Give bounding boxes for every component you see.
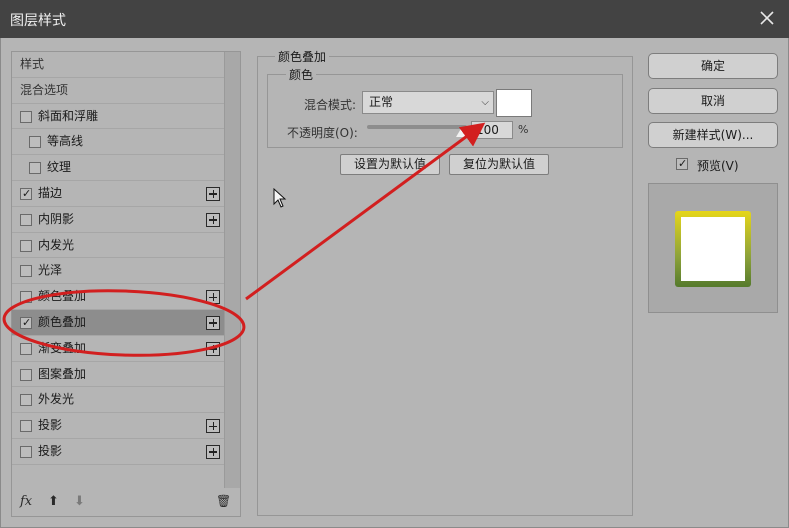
add-icon[interactable] <box>206 444 220 459</box>
add-icon[interactable] <box>206 315 220 330</box>
reset-default-button[interactable]: 复位为默认值 <box>449 154 549 175</box>
check-icon: ✓ <box>22 315 32 329</box>
checkbox[interactable] <box>20 213 32 226</box>
list-item-label: 混合选项 <box>20 82 69 97</box>
checkbox[interactable] <box>29 162 41 175</box>
list-item-blending-options[interactable]: 混合选项 <box>12 78 224 104</box>
checkbox[interactable]: ✓ <box>20 186 32 200</box>
list-item-label: 光泽 <box>38 263 63 278</box>
checkbox[interactable] <box>20 368 32 381</box>
list-item-color-overlay[interactable]: 颜色叠加 <box>12 284 224 310</box>
checkbox[interactable] <box>20 342 32 355</box>
list-item-label: 内发光 <box>38 237 75 252</box>
list-item-label: 渐变叠加 <box>38 340 87 355</box>
subgroup-title: 颜色 <box>286 66 317 83</box>
list-item-inner-shadow[interactable]: 内阴影 <box>12 207 224 233</box>
list-item-pattern-overlay[interactable]: 图案叠加 <box>12 362 224 388</box>
style-preview <box>648 183 778 313</box>
chevron-down-icon: ⌵ <box>481 97 489 108</box>
set-default-button[interactable]: 设置为默认值 <box>340 154 440 175</box>
dialog-title: 图层样式 <box>10 13 66 29</box>
blend-mode-select[interactable]: 正常 ⌵ <box>362 91 494 114</box>
color-swatch[interactable] <box>496 89 532 117</box>
title-bar: 图层样式 <box>0 0 789 38</box>
list-item-stroke[interactable]: ✓ 描边 <box>12 181 224 207</box>
list-item-label: 斜面和浮雕 <box>38 108 99 123</box>
cancel-button[interactable]: 取消 <box>648 88 778 114</box>
list-item-label: 投影 <box>38 418 63 433</box>
list-item-label: 描边 <box>38 185 63 200</box>
checkbox[interactable] <box>20 394 32 407</box>
checkbox[interactable] <box>20 110 32 123</box>
list-item-outer-glow[interactable]: 外发光 <box>12 387 224 414</box>
list-item-label: 纹理 <box>47 160 72 175</box>
list-item-bevel-emboss[interactable]: 斜面和浮雕 <box>12 104 224 130</box>
opacity-label: 不透明度(O): <box>287 126 358 140</box>
fx-icon[interactable]: fx <box>20 494 32 509</box>
close-icon[interactable] <box>757 8 777 28</box>
checkbox[interactable] <box>20 420 32 433</box>
list-item-label: 图案叠加 <box>38 366 87 381</box>
list-item-styles[interactable]: 样式 <box>12 52 224 78</box>
list-item-label: 颜色叠加 <box>38 289 87 304</box>
styles-list-panel: 样式 混合选项 斜面和浮雕 等高线 纹理 ✓ 描边 内阴影 内发光 光泽 颜色叠… <box>11 51 241 517</box>
list-item-satin[interactable]: 光泽 <box>12 258 224 285</box>
opacity-slider-track[interactable] <box>367 125 467 129</box>
list-item-inner-glow[interactable]: 内发光 <box>12 233 224 259</box>
move-down-icon[interactable]: ⬇ <box>74 494 85 509</box>
list-item-label: 内阴影 <box>38 211 75 226</box>
preview-thumbnail <box>675 211 751 287</box>
opacity-input[interactable]: 100 <box>471 121 513 139</box>
list-item-contour[interactable]: 等高线 <box>12 129 224 156</box>
group-title: 颜色叠加 <box>275 48 330 65</box>
add-icon[interactable] <box>206 212 220 227</box>
add-icon[interactable] <box>206 419 220 434</box>
checkbox[interactable] <box>20 291 32 304</box>
list-item-label: 投影 <box>38 443 63 458</box>
blend-mode-value: 正常 <box>369 95 394 109</box>
list-item-texture[interactable]: 纹理 <box>12 155 224 181</box>
list-item-drop-shadow-2[interactable]: 投影 <box>12 439 224 465</box>
checkbox[interactable]: ✓ <box>20 315 32 329</box>
preview-label: 预览(V) <box>697 159 739 173</box>
list-item-label: 等高线 <box>47 134 84 149</box>
list-item-label: 样式 <box>20 57 45 71</box>
list-item-label: 颜色叠加 <box>38 314 87 329</box>
add-icon[interactable] <box>206 290 220 305</box>
list-item-drop-shadow[interactable]: 投影 <box>12 413 224 439</box>
list-item-gradient-overlay[interactable]: 渐变叠加 <box>12 336 224 362</box>
preview-fill <box>681 217 745 281</box>
trash-icon[interactable]: 🗑 <box>216 494 231 508</box>
check-icon: ✓ <box>678 157 688 170</box>
checkbox[interactable] <box>20 445 32 458</box>
checkbox[interactable] <box>29 136 41 149</box>
check-icon: ✓ <box>22 186 32 200</box>
list-item-label: 外发光 <box>38 392 75 407</box>
preview-checkbox[interactable]: ✓ <box>676 158 688 170</box>
add-icon[interactable] <box>206 186 220 201</box>
new-style-button[interactable]: 新建样式(W)... <box>648 122 778 148</box>
add-icon[interactable] <box>206 341 220 356</box>
blend-mode-label: 混合模式: <box>304 98 357 112</box>
opacity-slider-thumb[interactable] <box>456 127 468 137</box>
list-scrollbar[interactable] <box>224 52 240 488</box>
checkbox[interactable] <box>20 239 32 252</box>
checkbox[interactable] <box>20 265 32 278</box>
move-up-icon[interactable]: ⬆ <box>48 494 59 509</box>
opacity-unit: % <box>518 123 529 136</box>
list-toolbar: fx ⬆ ⬇ 🗑 <box>12 488 240 516</box>
list-item-color-overlay-selected[interactable]: ✓ 颜色叠加 <box>12 309 224 336</box>
styles-list: 样式 混合选项 斜面和浮雕 等高线 纹理 ✓ 描边 内阴影 内发光 光泽 颜色叠… <box>12 52 224 488</box>
ok-button[interactable]: 确定 <box>648 53 778 79</box>
mouse-pointer-icon <box>273 188 287 208</box>
